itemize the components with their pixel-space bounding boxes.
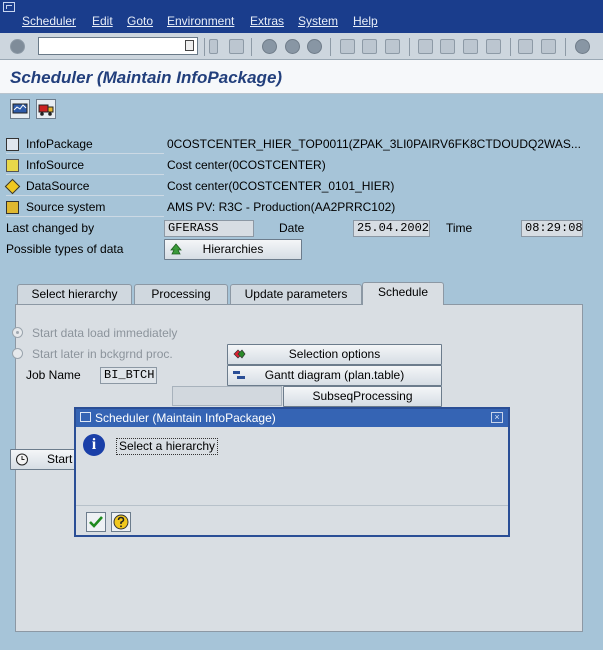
gantt-diagram-label: Gantt diagram (plan.table) (264, 368, 405, 382)
tab-schedule[interactable]: Schedule (362, 282, 444, 305)
toolbar-separator (251, 38, 252, 56)
job-name-field[interactable]: BI_BTCH (100, 367, 157, 384)
selection-options-icon (233, 349, 246, 359)
start-button-label: Start (47, 452, 73, 466)
tab-update-parameters[interactable]: Update parameters (230, 284, 362, 304)
info-icon: i (83, 434, 105, 456)
radio-start-immediately[interactable] (12, 327, 23, 338)
toolbar-separator (510, 38, 511, 56)
tab-select-hierarchy[interactable]: Select hierarchy (17, 284, 132, 304)
confirm-check-button[interactable] (86, 512, 106, 532)
infopackage-label: InfoPackage (6, 135, 164, 154)
source-system-icon (6, 201, 19, 214)
shortcut-icon[interactable] (541, 39, 556, 54)
infosource-value: Cost center(0COSTCENTER) (167, 158, 326, 172)
application-toolbar (0, 95, 603, 123)
last-changed-label: Last changed by (6, 221, 95, 235)
time-field: 08:29:08 (521, 220, 583, 237)
infopackage-value: 0COSTCENTER_HIER_TOP0011(ZPAK_3LI0PAIRV6… (167, 137, 581, 151)
subseq-placeholder-field (172, 386, 282, 406)
date-field: 25.04.2002 (353, 220, 430, 237)
selection-options-label: Selection options (288, 347, 381, 361)
last-page-icon[interactable] (486, 39, 501, 54)
infosource-icon (6, 159, 19, 172)
next-page-icon[interactable] (463, 39, 478, 54)
help-icon[interactable] (575, 39, 590, 54)
save-icon[interactable] (229, 39, 244, 54)
menu-goto[interactable]: Goto (127, 14, 153, 28)
source-system-label: Source system (6, 198, 164, 217)
source-system-value: AMS PV: R3C - Production(AA2PRRC102) (167, 200, 396, 214)
dialog-close-icon[interactable]: × (491, 412, 503, 423)
last-changed-field: GFERASS (164, 220, 254, 237)
new-session-icon[interactable] (518, 39, 533, 54)
help-button[interactable] (111, 512, 131, 532)
datasource-label-text: DataSource (26, 179, 90, 193)
infopackage-label-text: InfoPackage (26, 137, 93, 151)
gantt-diagram-button[interactable]: Gantt diagram (plan.table) (227, 365, 442, 386)
clock-icon (16, 453, 28, 466)
dialog-footer (76, 505, 508, 535)
toolbar-separator (565, 38, 566, 56)
standard-toolbar (0, 33, 603, 60)
subseq-processing-label: SubseqProcessing (312, 389, 413, 403)
hierarchies-button-label: Hierarchies (202, 242, 264, 256)
toolbar-separator (409, 38, 410, 56)
possible-types-label: Possible types of data (6, 242, 124, 256)
back-icon[interactable] (262, 39, 277, 54)
sap-logo-icon[interactable] (3, 2, 15, 12)
monitor-icon[interactable] (10, 99, 30, 119)
job-name-label: Job Name (26, 368, 81, 382)
menu-system[interactable]: System (298, 14, 338, 28)
radio-start-later[interactable] (12, 348, 23, 359)
menu-edit[interactable]: Edit (92, 14, 113, 28)
dialog-title: Scheduler (Maintain InfoPackage) (95, 411, 276, 425)
message-dialog: Scheduler (Maintain InfoPackage) × i Sel… (74, 407, 510, 537)
menu-environment[interactable]: Environment (167, 14, 234, 28)
tab-processing[interactable]: Processing (134, 284, 228, 304)
datasource-icon (4, 178, 21, 195)
enter-check-icon[interactable] (10, 39, 25, 54)
command-history-icon[interactable] (185, 40, 194, 51)
hierarchies-button[interactable]: Hierarchies (164, 239, 302, 260)
infosource-label: InfoSource (6, 156, 164, 175)
menu-scheduler[interactable]: Scheduler (22, 14, 76, 28)
selection-options-button[interactable]: Selection options (227, 344, 442, 365)
radio-start-later-label: Start later in bckgrnd proc. (32, 347, 173, 361)
datasource-label: DataSource (4, 177, 164, 196)
first-page-icon[interactable] (418, 39, 433, 54)
infosource-label-text: InfoSource (26, 158, 85, 172)
menu-extras[interactable]: Extras (250, 14, 284, 28)
gantt-chart-icon (233, 371, 245, 379)
datasource-value: Cost center(0COSTCENTER_0101_HIER) (167, 179, 395, 193)
back-arrow-small-icon[interactable] (209, 39, 218, 54)
help-question-icon (113, 514, 129, 530)
time-label: Time (446, 221, 473, 235)
print-icon[interactable] (340, 39, 355, 54)
previous-page-icon[interactable] (440, 39, 455, 54)
find-next-icon[interactable] (385, 39, 400, 54)
title-bar: Scheduler (Maintain InfoPackage) (0, 60, 603, 94)
hierarchy-tree-icon (170, 243, 182, 255)
dialog-title-bar: Scheduler (Maintain InfoPackage) × (76, 409, 508, 427)
exit-icon[interactable] (285, 39, 300, 54)
checkmark-icon (89, 516, 103, 528)
menu-bar: Scheduler Edit Goto Environment Extras S… (0, 0, 603, 33)
command-field[interactable] (38, 37, 198, 55)
subseq-processing-button[interactable]: SubseqProcessing (283, 386, 442, 407)
toolbar-separator (204, 38, 205, 56)
dialog-logo-icon (80, 412, 91, 422)
menu-help[interactable]: Help (353, 14, 378, 28)
infopackage-icon (6, 138, 19, 151)
toolbar-separator (330, 38, 331, 56)
radio-start-immediately-label: Start data load immediately (32, 326, 178, 340)
date-label: Date (279, 221, 305, 235)
page-title: Scheduler (Maintain InfoPackage) (10, 68, 283, 87)
find-icon[interactable] (362, 39, 377, 54)
cancel-icon[interactable] (307, 39, 322, 54)
dialog-message: Select a hierarchy (116, 438, 219, 455)
transport-truck-icon[interactable] (36, 99, 56, 119)
source-system-label-text: Source system (26, 200, 106, 214)
